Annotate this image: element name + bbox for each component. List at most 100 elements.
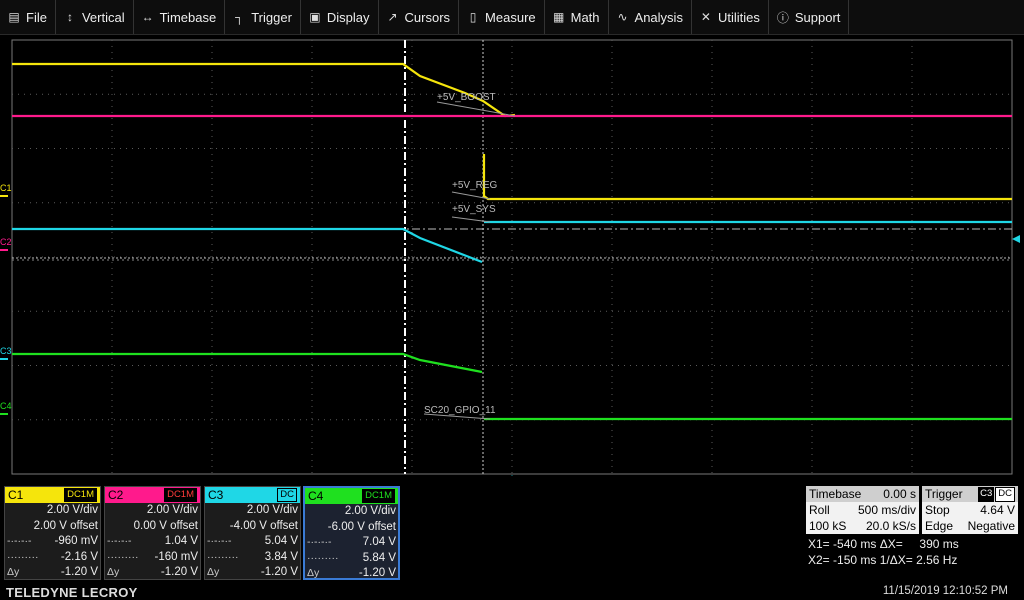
trigger-title: Trigger [925,487,963,501]
timebase-delay: 0.00 s [883,487,916,501]
menu-analysis[interactable]: ∿ Analysis [609,0,692,34]
menu-label: Trigger [251,9,292,25]
cursor-icon: ↗ [387,10,398,24]
cursor-readout: X1= -540 ms ΔX= 390 ms X2= -150 ms 1/ΔX=… [808,536,959,568]
menu-label: Support [794,9,841,25]
trigger-level: 4.64 V [980,503,1015,517]
vdiv-row: 2.00 V/div [205,503,300,519]
menu-label: Cursors [404,9,451,25]
analysis-icon: ∿ [617,10,628,24]
cursor-b-row: ········· -160 mV [105,550,200,566]
delta-y-value: -1.20 V [60,566,98,578]
coupling-badge: DC1M [164,488,197,502]
timebase-scale: 500 ms/div [857,503,916,517]
menu-label: Analysis [634,9,683,25]
label-5v-boost: +5V_BOOST [437,92,496,103]
cursor-a-value: 5.04 V [264,535,298,547]
menu-label: Measure [485,9,536,25]
channel-marker-c2: C2 [0,237,12,247]
menu-bar: ▤ File ↕ Vertical ↔ Timebase ┐ Trigger ▣ Display ↗… [0,0,1024,35]
vertical-arrows-icon: ↕ [66,10,73,24]
cursor-a-row: -·-·-·- -960 mV [5,534,100,550]
menu-file[interactable]: ▤ File [0,0,56,34]
horizontal-arrows-icon: ↔ [141,10,154,24]
cursor-a-marker: -·-·-·- [7,535,32,547]
menu-label: File [26,9,47,25]
cursor-a-marker: -·-·-·- [107,535,132,547]
display-icon: ▣ [309,10,321,24]
cursor-b-row: ········· -2.16 V [5,550,100,566]
channel-panel-c1[interactable]: C1 DC1M 2.00 V/div 2.00 V offset -·-·-·- -960… [4,486,101,580]
menu-support[interactable]: ⓘ Support [769,0,850,34]
channel-name: C2 [108,488,124,502]
volts-per-div: 2.00 V/div [344,505,396,517]
cursor-b-marker: ········· [107,550,139,563]
channel-panel-c3[interactable]: C3 DC 2.00 V/div -4.00 V offset -·-·-·- 5.04 … [204,486,301,580]
trace-c1 [482,154,1012,201]
utilities-icon: ✕ [700,10,711,24]
cursor-b-value: 5.84 V [362,551,396,564]
menu-label: Utilities [717,9,760,25]
channel-header: C4 DC1M [305,488,398,504]
menu-trigger[interactable]: ┐ Trigger [225,0,301,34]
menu-timebase[interactable]: ↔ Timebase [134,0,226,34]
trigger-level-marker [1012,235,1020,243]
cursor-a-value: 7.04 V [362,536,396,548]
channel-marker-c4: C4 [0,401,12,411]
cursor-b-marker: ········· [207,550,239,563]
menu-math[interactable]: ▦ Math [545,0,609,34]
menu-measure[interactable]: ▯ Measure [459,0,545,34]
footer-bar [0,584,1024,600]
offset-row: -4.00 V offset [205,519,300,535]
datetime: 11/15/2019 12:10:52 PM [882,585,1008,597]
delta-y-row: Δy -1.20 V [105,565,200,581]
offset-row: -6.00 V offset [305,520,398,536]
trigger-panel[interactable]: Trigger C3 DC Stop 4.64 V Edge Negative [922,486,1018,534]
menu-utilities[interactable]: ✕ Utilities [692,0,769,34]
menu-display[interactable]: ▣ Display [301,0,379,34]
cursor-a-marker: -·-·-·- [207,535,232,547]
channel-header: C2 DC1M [105,487,200,503]
trigger-coupling-badge: DC [995,487,1015,502]
coupling-badge: DC1M [64,488,97,502]
waveform-display[interactable]: +5V_BOOST +5V_REG +5V_SYS SC20_GPIO_11 C1 C2 C… [0,36,1024,476]
channel-panel-c2[interactable]: C2 DC1M 2.00 V/div 0.00 V offset -·-·-·- 1.04… [104,486,201,580]
vdiv-row: 2.00 V/div [305,504,398,520]
timebase-samples: 100 kS [809,519,847,533]
cursor-a-row: -·-·-·- 5.04 V [205,534,300,550]
cursor-b-value: 3.84 V [264,550,298,563]
trigger-mode: Stop [925,503,950,517]
cursor-a-value: 1.04 V [164,535,198,547]
menu-label: Display [326,9,370,25]
cursor-b-marker: ········· [307,551,339,564]
channel-marker-c1: C1 [0,183,12,193]
offset-value: 0.00 V offset [133,519,198,532]
timebase-mode: Roll [809,503,830,517]
delta-y-label: Δy [107,566,120,578]
timebase-title: Timebase [809,487,862,501]
delta-y-value: -1.20 V [160,566,198,578]
delta-y-label: Δy [207,566,220,578]
menu-cursors[interactable]: ↗ Cursors [379,0,460,34]
boost-leader-line [436,101,516,117]
cursor-a-row: -·-·-·- 7.04 V [305,535,398,551]
channel-panel-c4[interactable]: C4 DC1M 2.00 V/div -6.00 V offset -·-·-·- 7.0… [303,486,400,580]
measure-icon: ▯ [469,10,477,24]
offset-row: 2.00 V offset [5,519,100,535]
delta-y-label: Δy [307,567,320,579]
delta-y-row: Δy -1.20 V [205,565,300,581]
cursor-b-value: -160 mV [154,550,198,563]
volts-per-div: 2.00 V/div [146,504,198,516]
channel-header: C1 DC1M [5,487,100,503]
menu-vertical[interactable]: ↕ Vertical [56,0,134,34]
volts-per-div: 2.00 V/div [246,504,298,516]
trace-c4-decay [12,352,483,374]
offset-value: 2.00 V offset [33,519,98,532]
cursor-readout-x1: X1= -540 ms ΔX= 390 ms [808,537,959,551]
volts-per-div: 2.00 V/div [46,504,98,516]
brand-logo: TELEDYNE LECROY [6,585,138,600]
trigger-source-badge: C3 [978,487,995,502]
timebase-panel[interactable]: Timebase 0.00 s Roll 500 ms/div 100 kS 20.0… [806,486,919,534]
menu-label: Vertical [81,9,125,25]
channel-name: C4 [308,489,324,503]
